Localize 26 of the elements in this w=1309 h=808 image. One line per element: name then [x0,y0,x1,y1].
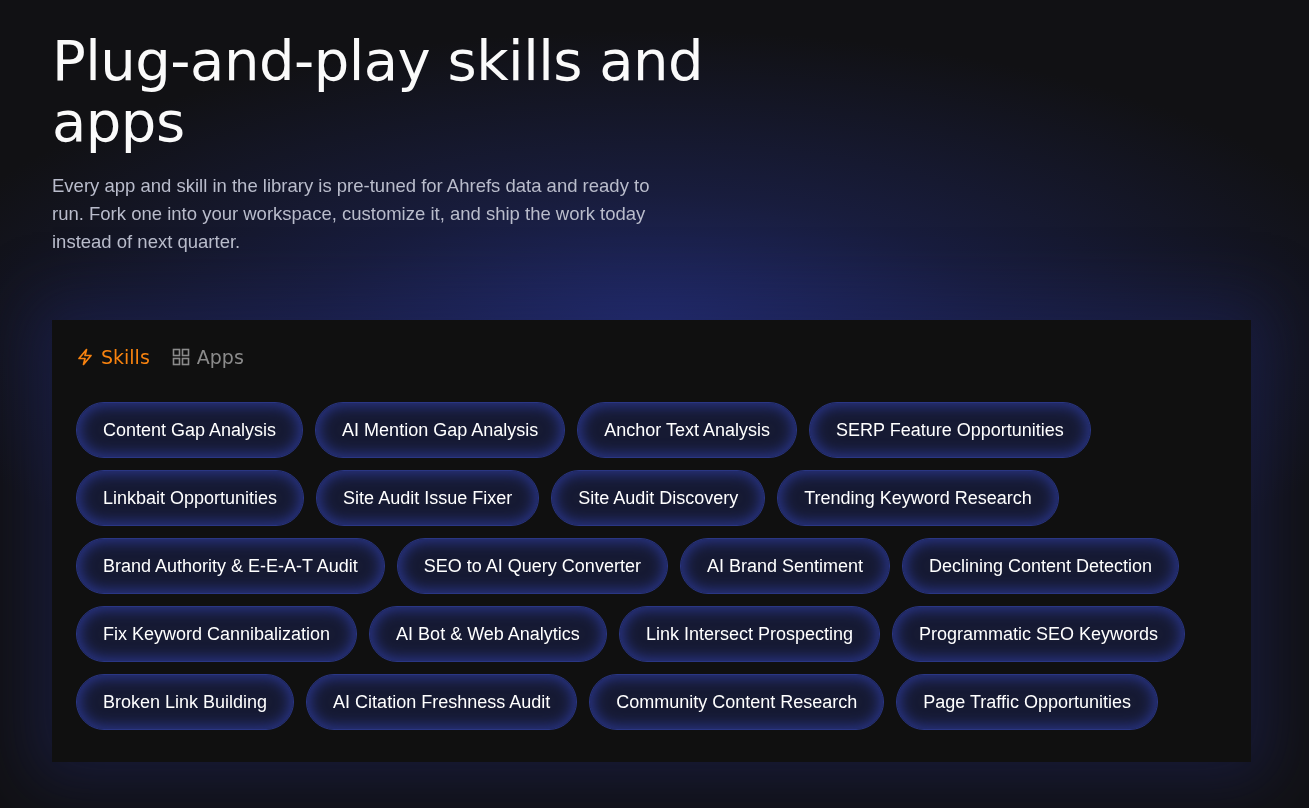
tab[interactable]: Apps [171,342,244,372]
skill-chip[interactable]: AI Brand Sentiment [679,538,890,594]
skill-chip[interactable]: Trending Keyword Research [777,470,1059,526]
lightning-icon [76,348,94,366]
skill-chip[interactable]: SERP Feature Opportunities [809,402,1091,458]
skill-chip[interactable]: Site Audit Issue Fixer [316,470,540,526]
skill-chip[interactable]: Broken Link Building [76,674,295,730]
skill-chip[interactable]: Programmatic SEO Keywords [892,606,1186,662]
tab[interactable]: Skills [76,342,150,372]
grid-icon [171,348,190,366]
skill-chip[interactable]: Content Gap Analysis [76,402,304,458]
skill-chip[interactable]: AI Bot & Web Analytics [369,606,607,662]
skill-chip[interactable]: SEO to AI Query Converter [396,538,668,594]
skill-chip[interactable]: Linkbait Opportunities [76,470,305,526]
skill-chip[interactable]: Community Content Research [589,674,885,730]
skill-chip[interactable]: Link Intersect Prospecting [618,606,880,662]
skill-chip[interactable]: AI Citation Freshness Audit [306,674,578,730]
skill-chip[interactable]: AI Mention Gap Analysis [315,402,566,458]
intro-paragraph: Every app and skill in the library is pre-tuned for Ahrefs data and ready to run. Fork one into your workspace, customize it, and ship the work today instead of next quarter. [52,174,651,254]
skill-chip[interactable]: Site Audit Discovery [551,470,766,526]
skill-chip[interactable]: Anchor Text Analysis [577,402,797,458]
skill-chip[interactable]: Fix Keyword Cannibalization [76,606,358,662]
skill-chip[interactable]: Page Traffic Opportunities [896,674,1159,730]
skill-chip[interactable]: Declining Content Detection [902,538,1180,594]
skill-chip[interactable]: Brand Authority & E-E-A-T Audit [76,538,385,594]
page-title: Plug-and-play skills and apps [52,30,705,152]
